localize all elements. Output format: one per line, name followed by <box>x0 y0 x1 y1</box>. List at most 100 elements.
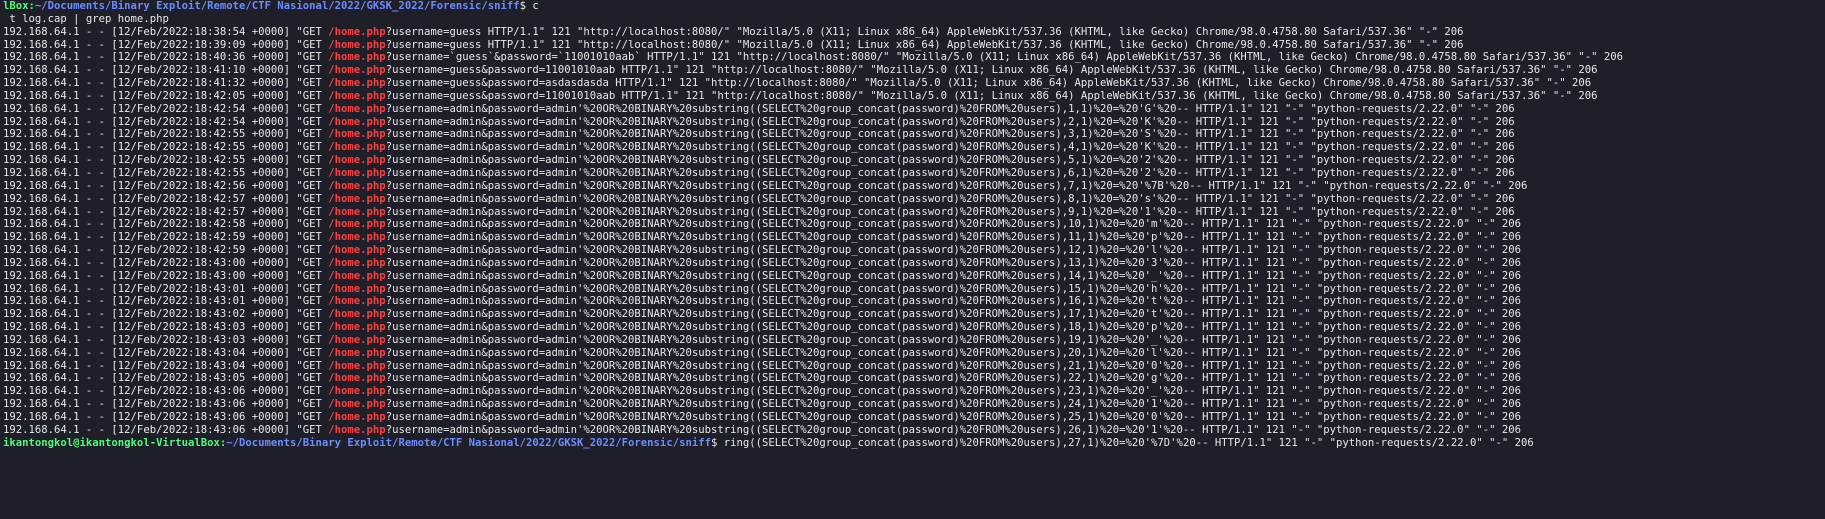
log-line-prefix: 192.168.64.1 - - [12/Feb/2022:18:42:58 +… <box>3 218 329 231</box>
prompt-input[interactable]: $ ring((SELECT%20group_concat(password)%… <box>711 437 1534 449</box>
log-line: 192.168.64.1 - - [12/Feb/2022:18:42:59 +… <box>3 231 1825 244</box>
log-line: 192.168.64.1 - - [12/Feb/2022:18:43:04 +… <box>3 347 1825 360</box>
log-line: 192.168.64.1 - - [12/Feb/2022:18:43:05 +… <box>3 372 1825 385</box>
log-line-rest: ?username=admin&password=admin'%20OR%20B… <box>385 256 1521 269</box>
log-line-rest: ?username=admin&password=admin'%20OR%20B… <box>385 115 1515 128</box>
log-line-rest: ?username=admin&password=admin'%20OR%20B… <box>385 231 1521 244</box>
log-line-rest: ?username=`guess`&password=`11001010aab`… <box>385 51 1624 64</box>
log-line-rest: ?username=guess&password=11001010aab HTT… <box>385 89 1598 102</box>
log-line: 192.168.64.1 - - [12/Feb/2022:18:42:54 +… <box>3 116 1825 129</box>
log-line-prefix: 192.168.64.1 - - [12/Feb/2022:18:43:06 +… <box>3 423 329 436</box>
log-line: 192.168.64.1 - - [12/Feb/2022:18:42:54 +… <box>3 103 1825 116</box>
log-output: 192.168.64.1 - - [12/Feb/2022:18:38:54 +… <box>3 26 1825 437</box>
log-line-prefix: 192.168.64.1 - - [12/Feb/2022:18:39:09 +… <box>3 38 329 51</box>
log-line: 192.168.64.1 - - [12/Feb/2022:18:43:01 +… <box>3 295 1825 308</box>
grep-match: /home.php <box>328 308 386 321</box>
log-line-prefix: 192.168.64.1 - - [12/Feb/2022:18:42:57 +… <box>3 192 329 205</box>
log-line-rest: ?username=admin&password=admin'%20OR%20B… <box>385 102 1515 115</box>
log-line-rest: ?username=admin&password=admin'%20OR%20B… <box>385 141 1515 154</box>
grep-match: /home.php <box>328 166 386 179</box>
log-line: 192.168.64.1 - - [12/Feb/2022:18:42:57 +… <box>3 193 1825 206</box>
log-line-rest: ?username=admin&password=admin'%20OR%20B… <box>385 269 1521 282</box>
grep-match: /home.php <box>328 321 386 334</box>
grep-match: /home.php <box>328 102 386 115</box>
log-line-rest: ?username=admin&password=admin'%20OR%20B… <box>385 398 1521 411</box>
log-line-rest: ?username=guess HTTP/1.1" 121 "http://lo… <box>385 25 1464 38</box>
log-line: 192.168.64.1 - - [12/Feb/2022:18:43:06 +… <box>3 411 1825 424</box>
log-line: 192.168.64.1 - - [12/Feb/2022:18:43:01 +… <box>3 283 1825 296</box>
log-line-rest: ?username=admin&password=admin'%20OR%20B… <box>385 346 1521 359</box>
log-line: 192.168.64.1 - - [12/Feb/2022:18:43:06 +… <box>3 385 1825 398</box>
prompt-path: ~/Documents/Binary Exploit/Remote/CTF Na… <box>226 436 711 449</box>
grep-match: /home.php <box>328 154 386 167</box>
log-line: 192.168.64.1 - - [12/Feb/2022:18:38:54 +… <box>3 26 1825 39</box>
log-line: 192.168.64.1 - - [12/Feb/2022:18:42:55 +… <box>3 141 1825 154</box>
log-line: 192.168.64.1 - - [12/Feb/2022:18:43:04 +… <box>3 360 1825 373</box>
grep-match: /home.php <box>328 372 386 385</box>
log-line: 192.168.64.1 - - [12/Feb/2022:18:43:03 +… <box>3 334 1825 347</box>
grep-match: /home.php <box>328 205 386 218</box>
log-line-prefix: 192.168.64.1 - - [12/Feb/2022:18:43:03 +… <box>3 321 329 334</box>
grep-match: /home.php <box>328 64 386 77</box>
grep-match: /home.php <box>328 218 386 231</box>
grep-match: /home.php <box>328 38 386 51</box>
log-line-prefix: 192.168.64.1 - - [12/Feb/2022:18:43:06 +… <box>3 398 329 411</box>
log-line: 192.168.64.1 - - [12/Feb/2022:18:43:00 +… <box>3 257 1825 270</box>
log-line: 192.168.64.1 - - [12/Feb/2022:18:42:56 +… <box>3 180 1825 193</box>
log-line-prefix: 192.168.64.1 - - [12/Feb/2022:18:43:01 +… <box>3 295 329 308</box>
log-line-rest: ?username=admin&password=admin'%20OR%20B… <box>385 333 1521 346</box>
log-line-rest: ?username=admin&password=admin'%20OR%20B… <box>385 218 1521 231</box>
log-line-prefix: 192.168.64.1 - - [12/Feb/2022:18:42:05 +… <box>3 89 329 102</box>
log-line-prefix: 192.168.64.1 - - [12/Feb/2022:18:42:55 +… <box>3 166 329 179</box>
grep-match: /home.php <box>328 359 386 372</box>
log-line-prefix: 192.168.64.1 - - [12/Feb/2022:18:43:02 +… <box>3 308 329 321</box>
log-line-prefix: 192.168.64.1 - - [12/Feb/2022:18:43:06 +… <box>3 385 329 398</box>
grep-match: /home.php <box>328 295 386 308</box>
log-line: 192.168.64.1 - - [12/Feb/2022:18:41:10 +… <box>3 64 1825 77</box>
log-line: 192.168.64.1 - - [12/Feb/2022:18:39:09 +… <box>3 39 1825 52</box>
log-line: 192.168.64.1 - - [12/Feb/2022:18:43:03 +… <box>3 321 1825 334</box>
grep-match: /home.php <box>328 141 386 154</box>
log-line: 192.168.64.1 - - [12/Feb/2022:18:42:59 +… <box>3 244 1825 257</box>
log-line-rest: ?username=admin&password=admin'%20OR%20B… <box>385 385 1521 398</box>
log-line: 192.168.64.1 - - [12/Feb/2022:18:42:55 +… <box>3 154 1825 167</box>
grep-match: /home.php <box>328 25 386 38</box>
prompt-tail: $ c <box>519 0 539 12</box>
command-line: t log.cap | grep home.php <box>3 12 169 25</box>
prompt-line-bottom[interactable]: ikantongkol@ikantongkol-VirtualBox:~/Doc… <box>3 437 1825 450</box>
prompt-user-host: ikantongkol@ikantongkol-VirtualBox: <box>3 436 227 449</box>
log-line: 192.168.64.1 - - [12/Feb/2022:18:42:05 +… <box>3 90 1825 103</box>
grep-match: /home.php <box>328 89 386 102</box>
log-line-prefix: 192.168.64.1 - - [12/Feb/2022:18:43:03 +… <box>3 333 329 346</box>
log-line-prefix: 192.168.64.1 - - [12/Feb/2022:18:43:05 +… <box>3 372 329 385</box>
log-line: 192.168.64.1 - - [12/Feb/2022:18:42:55 +… <box>3 128 1825 141</box>
grep-match: /home.php <box>328 282 386 295</box>
log-line-rest: ?username=admin&password=admin'%20OR%20B… <box>385 205 1515 218</box>
terminal-window[interactable]: lBox:~/Documents/Binary Exploit/Remote/C… <box>0 0 1825 519</box>
log-line-rest: ?username=guess HTTP/1.1" 121 "http://lo… <box>385 38 1464 51</box>
log-line: 192.168.64.1 - - [12/Feb/2022:18:41:32 +… <box>3 77 1825 90</box>
grep-match: /home.php <box>328 51 386 64</box>
log-line-rest: ?username=admin&password=admin'%20OR%20B… <box>385 166 1515 179</box>
log-line-rest: ?username=guess&password=11001010aab HTT… <box>385 64 1598 77</box>
log-line-prefix: 192.168.64.1 - - [12/Feb/2022:18:43:00 +… <box>3 256 329 269</box>
log-line-rest: ?username=admin&password=admin'%20OR%20B… <box>385 372 1521 385</box>
grep-match: /home.php <box>328 333 386 346</box>
log-line: 192.168.64.1 - - [12/Feb/2022:18:43:02 +… <box>3 308 1825 321</box>
log-line-prefix: 192.168.64.1 - - [12/Feb/2022:18:42:55 +… <box>3 128 329 141</box>
log-line-prefix: 192.168.64.1 - - [12/Feb/2022:18:42:55 +… <box>3 141 329 154</box>
log-line-rest: ?username=admin&password=admin'%20OR%20B… <box>385 179 1528 192</box>
log-line-rest: ?username=admin&password=admin'%20OR%20B… <box>385 295 1521 308</box>
log-line-prefix: 192.168.64.1 - - [12/Feb/2022:18:43:06 +… <box>3 411 329 423</box>
prompt-line-top: lBox:~/Documents/Binary Exploit/Remote/C… <box>3 0 1825 13</box>
grep-match: /home.php <box>328 411 386 423</box>
log-line: 192.168.64.1 - - [12/Feb/2022:18:42:58 +… <box>3 218 1825 231</box>
log-line-prefix: 192.168.64.1 - - [12/Feb/2022:18:42:59 +… <box>3 244 329 257</box>
log-line-rest: ?username=admin&password=admin'%20OR%20B… <box>385 321 1521 334</box>
log-line-rest: ?username=admin&password=admin'%20OR%20B… <box>385 192 1515 205</box>
grep-match: /home.php <box>328 244 386 257</box>
log-line-prefix: 192.168.64.1 - - [12/Feb/2022:18:40:36 +… <box>3 51 329 64</box>
log-line: 192.168.64.1 - - [12/Feb/2022:18:43:06 +… <box>3 424 1825 437</box>
log-line-prefix: 192.168.64.1 - - [12/Feb/2022:18:42:54 +… <box>3 102 329 115</box>
log-line-rest: ?username=admin&password=admin'%20OR%20B… <box>385 282 1521 295</box>
